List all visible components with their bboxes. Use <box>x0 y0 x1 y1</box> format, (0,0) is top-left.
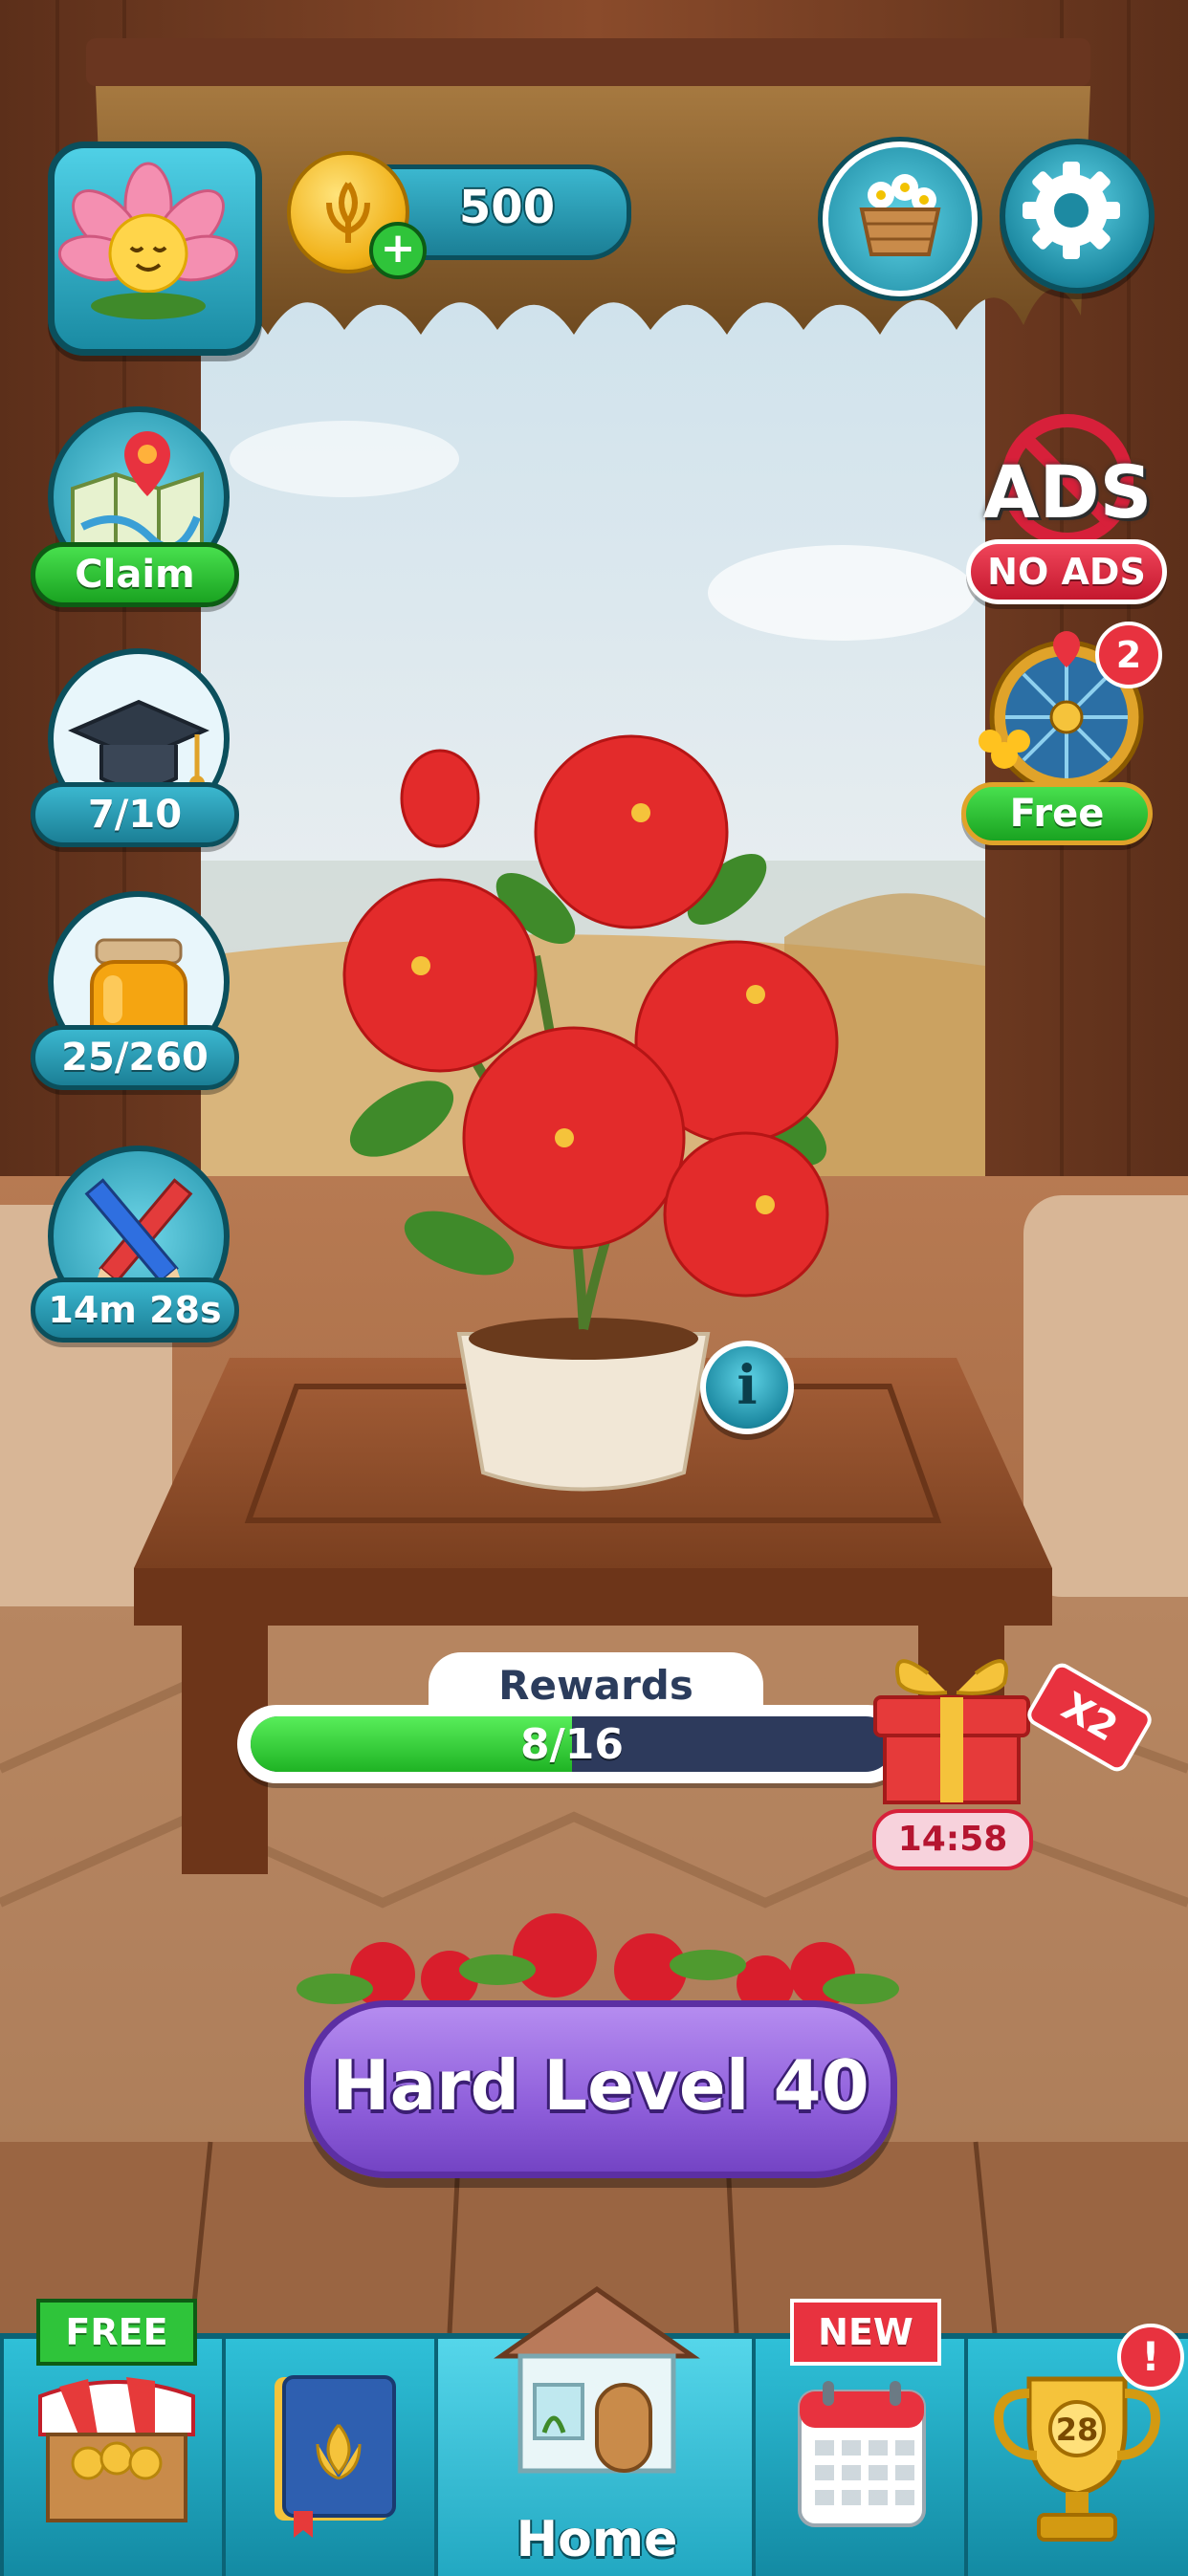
pencils-timer-label: 14m 28s <box>31 1277 239 1343</box>
play-level-label: Hard Level 40 <box>332 2045 869 2126</box>
no-ads-button[interactable]: ADS NO ADS <box>966 413 1169 609</box>
flower-avatar-icon <box>57 162 239 319</box>
nav-collection[interactable] <box>222 2333 442 2576</box>
trophy-number: 28 <box>1055 2412 1099 2448</box>
honey-progress-label: 25/260 <box>31 1025 239 1090</box>
house-icon <box>494 2285 700 2474</box>
education-progress-label: 7/10 <box>31 782 239 847</box>
info-icon: i <box>737 1354 758 1417</box>
gift-timer: 14:58 <box>872 1809 1033 1870</box>
plant-info-button[interactable]: i <box>700 1341 794 1434</box>
map-button[interactable]: Claim <box>31 406 239 607</box>
play-level-button[interactable]: Hard Level 40 <box>304 2000 897 2178</box>
ads-icon-text: ADS <box>982 449 1153 535</box>
trophy-alert-badge: ! <box>1117 2324 1184 2390</box>
nav-leaderboard[interactable]: 28 ! <box>964 2324 1188 2576</box>
add-coins-button[interactable]: + <box>369 222 427 279</box>
game-scene: 500 + Claim 7/10 25/260 14m 28s ADS NO A… <box>0 0 1188 2576</box>
coin-count: 500 <box>458 181 556 234</box>
settings-button[interactable] <box>1000 139 1155 294</box>
no-ads-label: NO ADS <box>966 539 1167 604</box>
wheel-free-label: Free <box>961 782 1153 845</box>
rewards-progress-text: 8/16 <box>520 1720 624 1769</box>
rewards-gift-button[interactable]: X2 14:58 <box>861 1645 1156 1874</box>
map-claim-label[interactable]: Claim <box>31 542 239 607</box>
wheel-badge: 2 <box>1095 622 1162 688</box>
calendar-icon <box>798 2381 926 2527</box>
honey-button[interactable]: 25/260 <box>31 891 239 1092</box>
gift-icon <box>873 1659 1030 1804</box>
nav-home[interactable]: Home <box>434 2285 759 2576</box>
basket-button[interactable] <box>823 142 978 296</box>
rewards-progress-bar[interactable]: 8/16 <box>237 1705 907 1783</box>
spin-wheel-button[interactable]: 2 Free <box>952 622 1164 851</box>
shop-icon <box>38 2377 195 2522</box>
nav-shop[interactable]: FREE <box>0 2299 230 2576</box>
gear-icon <box>1023 162 1120 259</box>
shop-free-ribbon: FREE <box>36 2299 197 2366</box>
profile-avatar-button[interactable] <box>48 142 262 356</box>
gift-multiplier-tag: X2 <box>1023 1659 1156 1776</box>
basket-icon <box>859 174 941 256</box>
nav-events[interactable]: NEW <box>752 2299 972 2576</box>
pencils-button[interactable]: 14m 28s <box>31 1146 239 1346</box>
education-button[interactable]: 7/10 <box>31 648 239 849</box>
nav-home-label: Home <box>516 2511 678 2568</box>
events-new-ribbon: NEW <box>790 2299 941 2366</box>
book-icon <box>275 2375 396 2538</box>
plus-icon: + <box>380 224 416 273</box>
